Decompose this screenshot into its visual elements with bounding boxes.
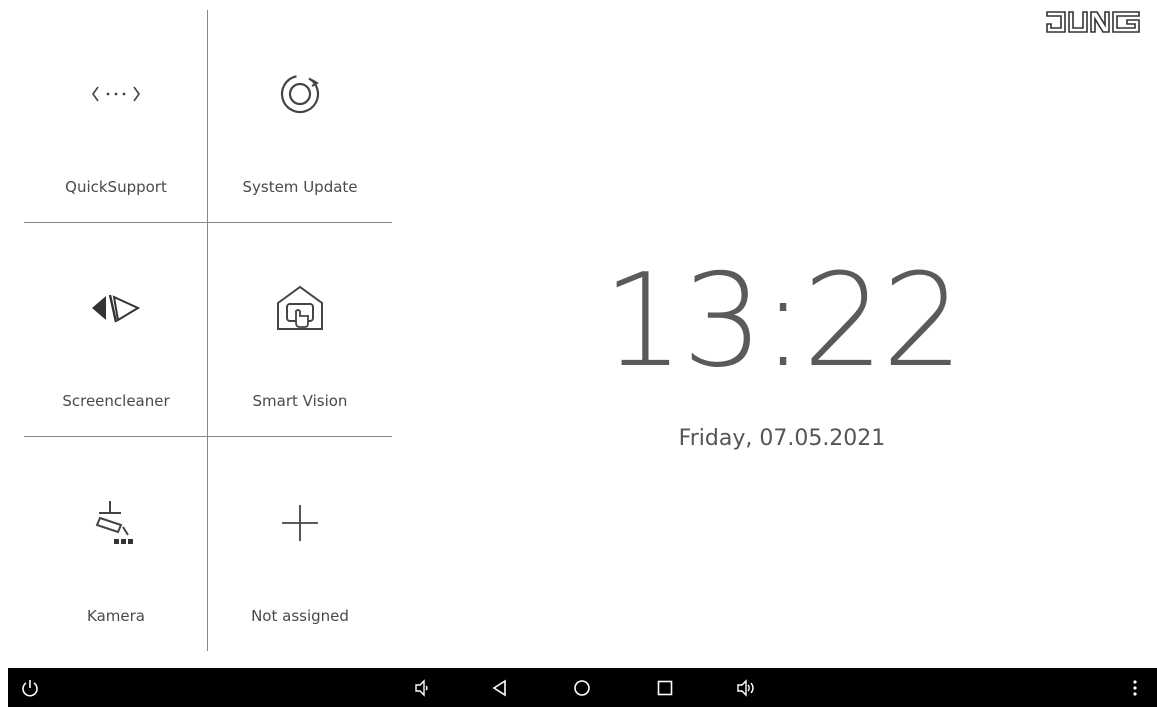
tile-label: System Update [242, 178, 358, 196]
tile-screencleaner[interactable]: Screencleaner [24, 222, 208, 436]
volume-up-icon [737, 678, 754, 697]
camera-icon [24, 501, 208, 545]
tile-label: QuickSupport [65, 178, 167, 196]
tile-smart-vision[interactable]: Smart Vision [208, 222, 392, 436]
recents-button[interactable] [647, 668, 683, 707]
home-button[interactable] [564, 668, 600, 707]
tile-label: Kamera [87, 607, 145, 625]
volume-up-button[interactable] [728, 668, 764, 707]
tile-kamera[interactable]: Kamera [24, 437, 208, 651]
power-button[interactable] [12, 668, 48, 707]
tile-label: Not assigned [251, 607, 349, 625]
system-update-icon [208, 72, 392, 116]
power-icon [22, 679, 38, 696]
clock-date: Friday, 07.05.2021 [678, 426, 886, 451]
clock-time: 13:22 [602, 247, 964, 396]
more-icon [1133, 679, 1137, 696]
volume-down-button[interactable] [404, 668, 440, 707]
back-button[interactable] [482, 668, 518, 707]
back-icon [492, 679, 506, 696]
tile-label: Smart Vision [252, 392, 348, 410]
screencleaner-icon [24, 286, 208, 330]
plus-icon [208, 501, 392, 545]
quicksupport-icon [24, 72, 208, 116]
home-icon [574, 679, 590, 696]
tile-label: Screencleaner [62, 392, 170, 410]
volume-down-icon [415, 678, 428, 697]
recents-icon [657, 680, 673, 695]
tile-system-update[interactable]: System Update [208, 8, 392, 222]
jung-logo [1045, 10, 1141, 34]
more-options-button[interactable] [1117, 668, 1153, 707]
smart-vision-icon [208, 285, 392, 330]
tile-not-assigned[interactable]: Not assigned [208, 437, 392, 651]
tile-quicksupport[interactable]: QuickSupport [24, 8, 208, 222]
system-navigation-bar [8, 668, 1157, 707]
